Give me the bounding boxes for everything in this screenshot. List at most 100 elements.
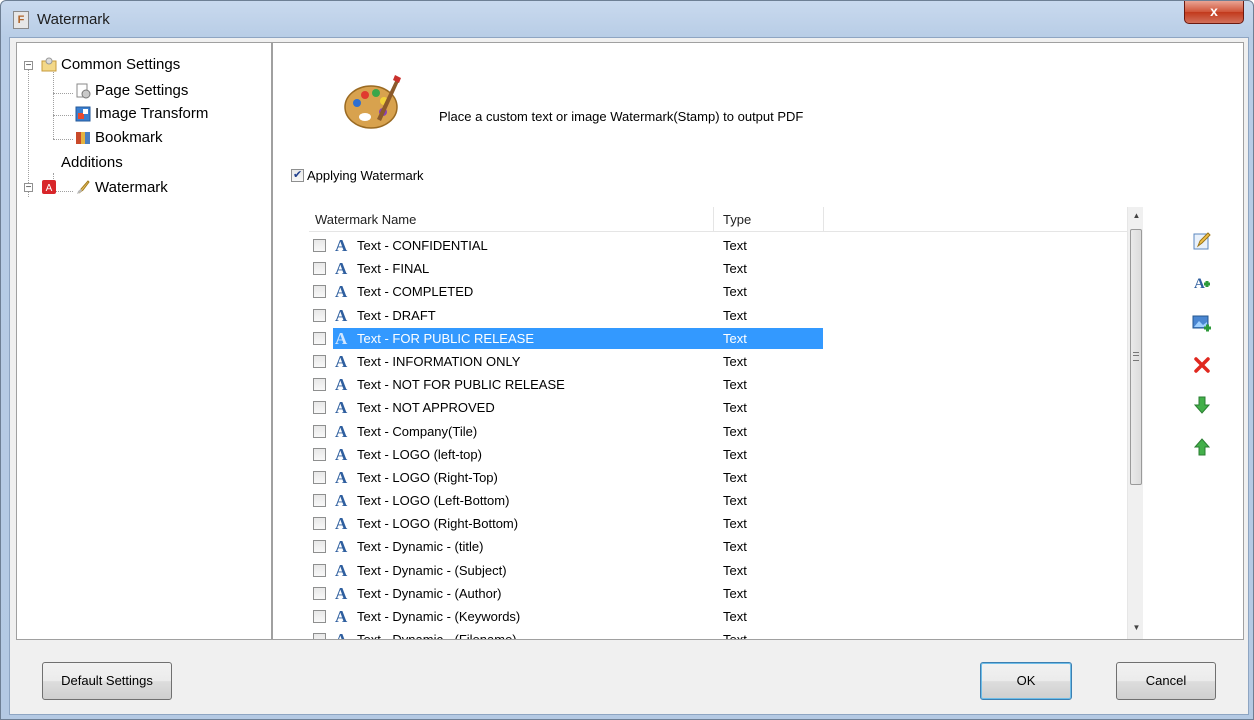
watermark-row-checkbox[interactable] [313, 378, 326, 392]
watermark-row[interactable]: A Text - INFORMATION ONLY Text [309, 350, 1127, 373]
watermark-name: Text - Company(Tile) [357, 423, 478, 439]
watermark-row-checkbox[interactable] [313, 447, 326, 461]
move-up-icon [1193, 438, 1211, 456]
default-settings-button[interactable]: Default Settings [42, 662, 172, 700]
watermark-type: Text [723, 353, 747, 369]
watermark-row-checkbox[interactable] [313, 308, 326, 322]
tree-line [53, 139, 73, 140]
settings-folder-icon [41, 57, 57, 72]
apply-watermark-label: Applying Watermark [307, 167, 424, 183]
watermark-type: Text [723, 628, 747, 639]
watermark-type: Text [723, 585, 747, 601]
watermark-row-checkbox[interactable] [313, 354, 326, 368]
watermark-row-checkbox[interactable] [313, 285, 326, 299]
watermark-name: Text - FOR PUBLIC RELEASE [357, 330, 534, 346]
watermark-row[interactable]: A Text - FINAL Text [309, 257, 1127, 280]
watermark-name: Text - LOGO (Right-Bottom) [357, 516, 519, 532]
apply-watermark-row[interactable]: Applying Watermark [291, 167, 424, 183]
watermark-row-checkbox[interactable] [313, 239, 326, 252]
watermark-row-checkbox[interactable] [313, 540, 326, 554]
watermark-name: Text - LOGO (Right-Top) [357, 469, 498, 485]
watermark-name: Text - Dynamic - (Filename) [357, 628, 517, 639]
close-button[interactable]: x [1184, 1, 1244, 24]
watermark-type: Text [723, 562, 747, 578]
scroll-thumb[interactable] [1130, 229, 1142, 485]
watermark-row[interactable]: A Text - Dynamic - (Filename) Text [309, 628, 1127, 639]
watermark-row-checkbox[interactable] [313, 331, 326, 345]
add-text-watermark-button[interactable]: A [1191, 273, 1213, 295]
collapse-additions-toggle[interactable]: − [24, 183, 33, 193]
tree-item-common-settings[interactable]: Common Settings [61, 55, 180, 75]
watermark-row-checkbox[interactable] [313, 401, 326, 415]
watermark-list[interactable]: Watermark Name Type A Text - CONFIDENTIAL… [309, 207, 1143, 639]
watermark-row[interactable]: A Text - LOGO (Right-Bottom) Text [309, 512, 1127, 535]
move-down-button[interactable] [1191, 395, 1213, 417]
collapse-common-settings-toggle[interactable]: − [24, 61, 33, 71]
tree-item-bookmark[interactable]: Bookmark [95, 128, 163, 148]
watermark-name: Text - CONFIDENTIAL [357, 238, 488, 253]
settings-tree[interactable]: − Common Settings Page Settings Image Tr… [16, 42, 272, 640]
scroll-down-arrow-icon[interactable]: ▼ [1128, 619, 1143, 636]
watermark-row[interactable]: A Text - Dynamic - (title) Text [309, 535, 1127, 558]
ok-button[interactable]: OK [980, 662, 1072, 700]
watermark-name: Text - Dynamic - (title) [357, 539, 484, 555]
watermark-row[interactable]: A Text - Dynamic - (Author) Text [309, 582, 1127, 605]
watermark-row[interactable]: A Text - Dynamic - (Keywords) Text [309, 605, 1127, 628]
watermark-type: Text [723, 330, 747, 346]
column-divider[interactable] [713, 207, 714, 231]
watermark-row[interactable]: A Text - LOGO (Right-Top) Text [309, 466, 1127, 489]
watermark-row[interactable]: A Text - CONFIDENTIAL Text [309, 234, 1127, 257]
move-up-button[interactable] [1191, 437, 1213, 459]
watermark-type: Text [723, 377, 747, 393]
watermark-type: Text [723, 609, 747, 624]
watermark-row[interactable]: A Text - LOGO (left-top) Text [309, 443, 1127, 466]
watermark-row-checkbox[interactable] [313, 610, 326, 623]
watermark-row[interactable]: A Text - LOGO (Left-Bottom) Text [309, 489, 1127, 512]
text-watermark-icon: A [335, 375, 348, 395]
delete-watermark-button[interactable] [1191, 355, 1213, 377]
text-watermark-icon: A [335, 628, 349, 639]
column-divider[interactable] [823, 207, 824, 231]
watermark-row-checkbox[interactable] [313, 633, 326, 639]
apply-watermark-checkbox[interactable] [291, 167, 304, 183]
tree-item-image-transform[interactable]: Image Transform [95, 104, 208, 124]
watermark-row-checkbox[interactable] [313, 494, 326, 508]
title-bar[interactable]: F Watermark x [1, 1, 1253, 37]
watermark-row-checkbox[interactable] [313, 517, 326, 531]
watermark-row-checkbox[interactable] [313, 563, 326, 577]
cancel-button[interactable]: Cancel [1116, 662, 1216, 700]
watermark-row[interactable]: A Text - DRAFT Text [309, 304, 1127, 327]
edit-watermark-button[interactable] [1191, 231, 1213, 253]
watermark-row-checkbox[interactable] [313, 424, 326, 438]
list-header: Watermark Name Type [309, 207, 1127, 232]
tree-item-watermark[interactable]: Watermark [95, 178, 168, 198]
column-header-name[interactable]: Watermark Name [315, 212, 416, 227]
tree-item-additions[interactable]: Additions [61, 153, 123, 173]
watermark-row[interactable]: A Text - Dynamic - (Subject) Text [309, 559, 1127, 582]
text-watermark-icon: A [335, 305, 348, 325]
watermark-row[interactable]: A Text - COMPLETED Text [309, 280, 1127, 303]
watermark-dialog: F Watermark x − Common Settings Page Set… [0, 0, 1254, 720]
add-image-watermark-icon [1192, 315, 1211, 332]
watermark-name: Text - LOGO (Left-Bottom) [357, 493, 510, 509]
text-watermark-icon: A [335, 467, 348, 487]
watermark-row-checkbox[interactable] [313, 262, 326, 276]
watermark-row[interactable]: A Text - FOR PUBLIC RELEASE Text [309, 327, 1127, 350]
watermark-name: Text - LOGO (left-top) [357, 446, 482, 462]
page-settings-icon [76, 83, 91, 99]
watermark-row-checkbox[interactable] [313, 470, 326, 484]
tree-line [53, 115, 73, 116]
dialog-body: − Common Settings Page Settings Image Tr… [9, 37, 1249, 715]
watermark-row[interactable]: A Text - NOT APPROVED Text [309, 396, 1127, 419]
add-image-watermark-button[interactable] [1191, 313, 1213, 335]
watermark-row[interactable]: A Text - NOT FOR PUBLIC RELEASE Text [309, 373, 1127, 396]
scroll-up-arrow-icon[interactable]: ▲ [1128, 207, 1143, 224]
column-header-type[interactable]: Type [723, 212, 751, 227]
watermark-row[interactable]: A Text - Company(Tile) Text [309, 420, 1127, 443]
watermark-name: Text - NOT FOR PUBLIC RELEASE [357, 377, 565, 393]
brush-icon [77, 180, 90, 194]
vertical-scrollbar[interactable]: ▲ ▼ [1127, 207, 1143, 639]
tree-item-page-settings[interactable]: Page Settings [95, 81, 188, 101]
watermark-row-checkbox[interactable] [313, 586, 326, 600]
watermark-type: Text [723, 284, 747, 300]
